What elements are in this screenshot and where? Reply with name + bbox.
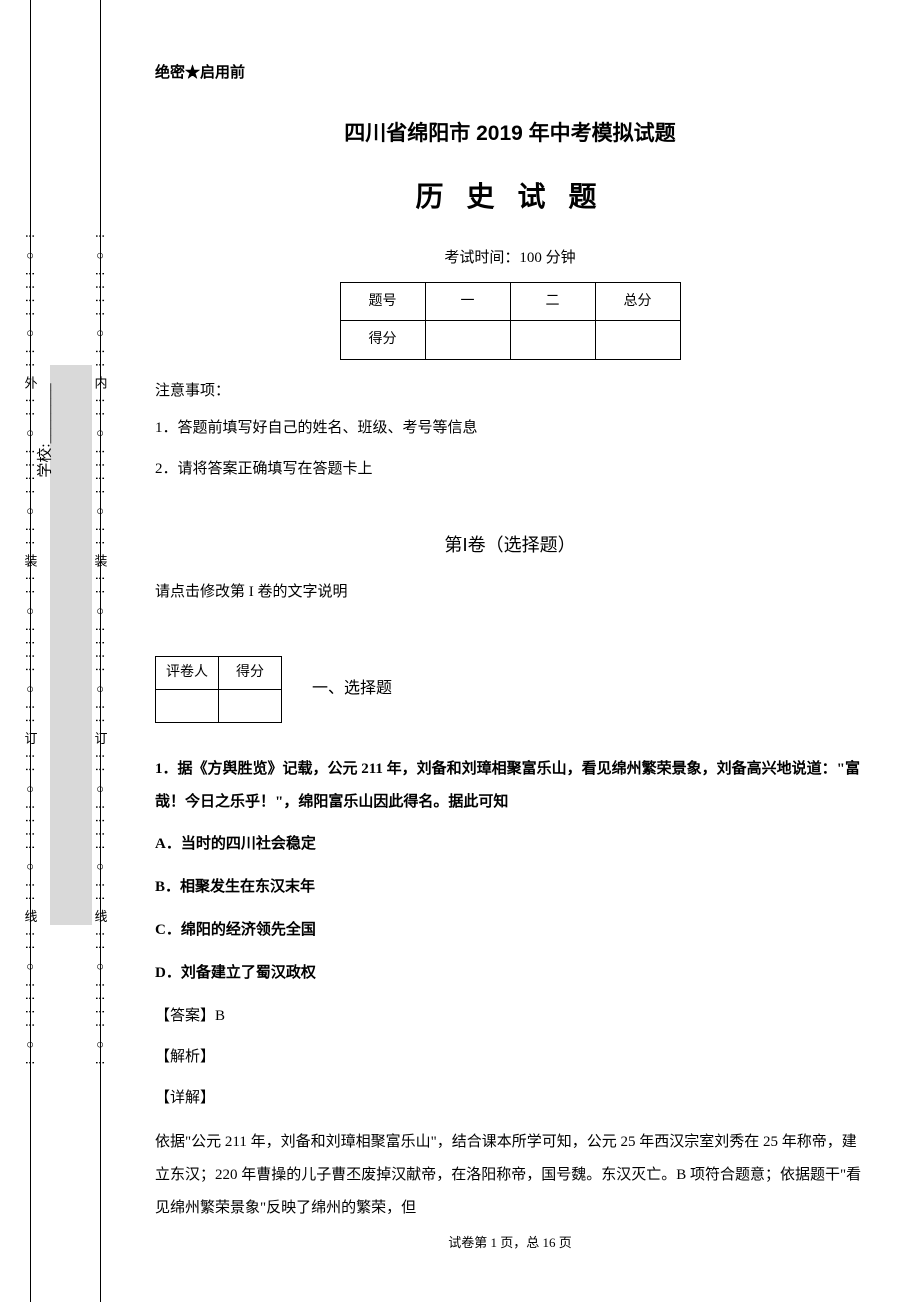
q1-option-c: C．绵阳的经济领先全国 — [155, 917, 865, 944]
q1-answer: 【答案】B — [155, 1003, 865, 1030]
q1-analysis-label: 【解析】 — [155, 1044, 865, 1071]
subject-title: 历 史 试 题 — [155, 173, 865, 223]
grader-score-blank — [219, 689, 282, 722]
score-cell-total — [595, 321, 680, 359]
page-number: 试卷第 1 页，总 16 页 — [155, 1231, 865, 1254]
q1-answer-block: 【答案】B 【解析】 【详解】 依据"公元 211 年，刘备和刘璋相聚富乐山"，… — [155, 1003, 865, 1225]
grader-col-score: 得分 — [219, 656, 282, 689]
grader-reviewer-blank — [156, 689, 219, 722]
notes-heading: 注意事项： — [155, 378, 865, 405]
section-choice-label: 一、选择题 — [312, 675, 392, 704]
grader-row: 评卷人 得分 一、选择题 — [155, 656, 865, 723]
exam-page: ⁝ ○ ⁝ ⁝ ⁝ ⁝ ○ ⁝ ⁝ 外 ⁝ ⁝ ○ ⁝ ⁝ ⁝ ⁝ ○ ⁝ ⁝ … — [0, 0, 920, 1302]
fold-marks-inner: ⁝ ○ ⁝ ⁝ ⁝ ⁝ ○ ⁝ ⁝ 内 ⁝ ⁝ ○ ⁝ ⁝ ⁝ ⁝ ○ ⁝ ⁝ … — [92, 0, 108, 1302]
grader-table: 评卷人 得分 — [155, 656, 282, 723]
exam-title: 四川省绵阳市 2019 年中考模拟试题 — [155, 115, 865, 153]
score-summary-table: 题号 一 二 总分 得分 — [340, 282, 681, 359]
section-1-title: 第Ⅰ卷（选择题） — [155, 529, 865, 561]
exam-time: 考试时间：100 分钟 — [155, 245, 865, 272]
q1-stem: 1．据《方舆胜览》记载，公元 211 年，刘备和刘璋相聚富乐山，看见绵州繁荣景象… — [155, 753, 865, 819]
fold-marks-outer: ⁝ ○ ⁝ ⁝ ⁝ ⁝ ○ ⁝ ⁝ 外 ⁝ ⁝ ○ ⁝ ⁝ ⁝ ⁝ ○ ⁝ ⁝ … — [22, 0, 38, 1302]
score-header-total: 总分 — [595, 283, 680, 321]
q1-option-a: A．当时的四川社会稳定 — [155, 831, 865, 858]
q1-detail-text: 依据"公元 211 年，刘备和刘璋相聚富乐山"，结合课本所学可知，公元 25 年… — [155, 1126, 865, 1225]
score-header-num: 题号 — [340, 283, 425, 321]
score-header-2: 二 — [510, 283, 595, 321]
binding-gutter: ⁝ ○ ⁝ ⁝ ⁝ ⁝ ○ ⁝ ⁝ 外 ⁝ ⁝ ○ ⁝ ⁝ ⁝ ⁝ ○ ⁝ ⁝ … — [0, 0, 130, 1302]
confidential-label: 绝密★启用前 — [155, 60, 865, 87]
q1-detail-label: 【详解】 — [155, 1085, 865, 1112]
note-1: 1．答题前填写好自己的姓名、班级、考号等信息 — [155, 415, 865, 442]
student-info-strip: 学校:________ 姓名:________ 班级:________ 考号:_… — [55, 390, 91, 471]
field-school-label: 学校:________ — [33, 383, 54, 477]
main-content: 绝密★启用前 四川省绵阳市 2019 年中考模拟试题 历 史 试 题 考试时间：… — [130, 0, 920, 1302]
note-2: 2．请将答案正确填写在答题卡上 — [155, 456, 865, 483]
q1-option-b: B．相聚发生在东汉末年 — [155, 874, 865, 901]
score-row-label: 得分 — [340, 321, 425, 359]
q1-option-d: D．刘备建立了蜀汉政权 — [155, 960, 865, 987]
score-cell-1 — [425, 321, 510, 359]
section-1-instruction: 请点击修改第 I 卷的文字说明 — [155, 579, 865, 606]
score-cell-2 — [510, 321, 595, 359]
score-header-1: 一 — [425, 283, 510, 321]
grader-col-reviewer: 评卷人 — [156, 656, 219, 689]
